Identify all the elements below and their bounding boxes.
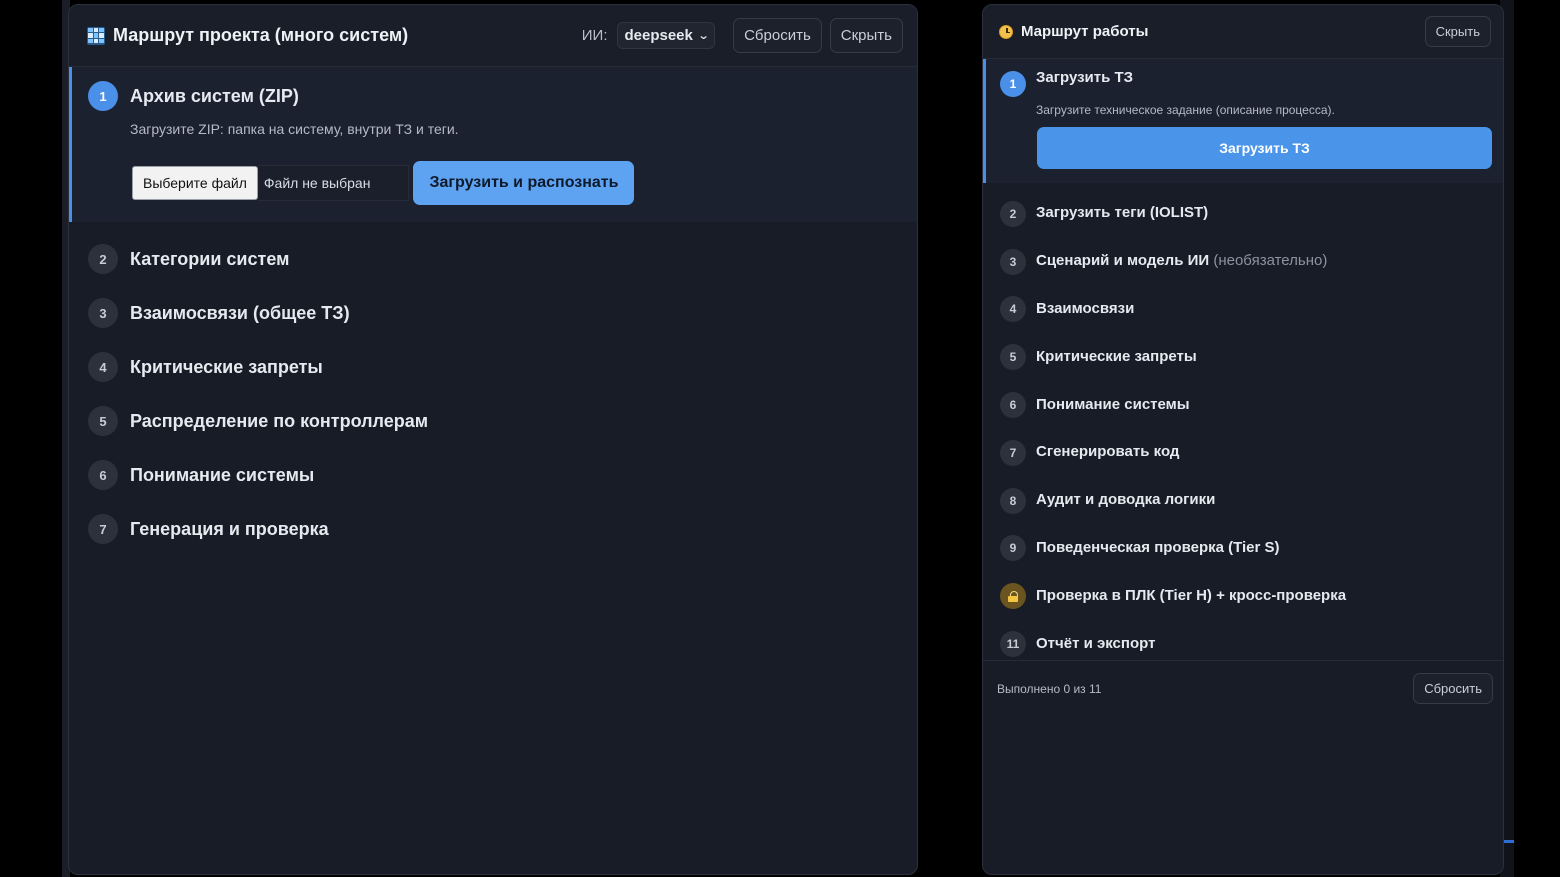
step-number: 2 — [1000, 200, 1026, 227]
step-item[interactable]: 6 Понимание системы — [88, 448, 917, 502]
step-item[interactable]: 3 Сценарий и модель ИИ (необязательно) — [1000, 237, 1503, 285]
step-item[interactable]: 6 Понимание системы — [1000, 380, 1503, 428]
step-label: Аудит и доводка логики — [1036, 491, 1216, 509]
step-label: Взаимосвязи — [1036, 299, 1135, 317]
step-label: Сценарий и модель ИИ — [1036, 252, 1210, 270]
step-number: 5 — [88, 406, 118, 436]
ai-model-value: deepseek — [624, 27, 693, 44]
step-number: 7 — [1000, 439, 1026, 466]
step-list: 2 Категории систем 3 Взаимосвязи (общее … — [69, 222, 917, 556]
lock-icon — [1008, 590, 1018, 602]
step-number: 6 — [1000, 392, 1026, 419]
step-number: 7 — [88, 514, 118, 544]
step-label: Понимание системы — [1036, 395, 1190, 413]
hide-button[interactable]: Скрыть — [829, 18, 903, 53]
step-label: Понимание системы — [130, 464, 315, 485]
step-label: Поведенческая проверка (Tier S) — [1036, 538, 1280, 556]
step-item[interactable]: 2 Загрузить теги (IOLIST) — [1000, 189, 1503, 237]
panel-title: Маршрут работы — [1021, 23, 1149, 40]
step-number: 11 — [1000, 631, 1026, 658]
step-number: 1 — [1000, 71, 1026, 97]
step-item-locked[interactable]: Проверка в ПЛК (Tier H) + кросс-проверка — [1000, 571, 1503, 619]
step-item-active: 1 Загрузить ТЗ Загрузите техническое зад… — [983, 59, 1503, 183]
upload-recognize-button[interactable]: Загрузить и распознать — [413, 161, 635, 205]
optional-note: (необязательно) — [1213, 252, 1328, 270]
step-number: 4 — [1000, 296, 1026, 323]
panel-header: Маршрут работы Скрыть — [983, 5, 1503, 59]
step-label: Загрузить теги (IOLIST) — [1036, 204, 1209, 222]
step-label-group: Сценарий и модель ИИ (необязательно) — [1036, 252, 1327, 269]
progress-text: Выполнено 0 из 11 — [997, 681, 1102, 696]
step-item[interactable]: 7 Генерация и проверка — [88, 502, 917, 556]
step-item[interactable]: 8 Аудит и доводка логики — [1000, 476, 1503, 524]
reset-button[interactable]: Сбросить — [733, 18, 822, 53]
choose-file-button[interactable]: Выберите файл — [132, 166, 258, 200]
step-label: Архив систем (ZIP) — [130, 85, 299, 106]
step-number: 4 — [88, 352, 118, 382]
step-item[interactable]: 5 Распределение по контроллерам — [88, 394, 917, 448]
upload-row: Выберите файл Файл не выбран Загрузить и… — [132, 161, 917, 205]
ai-model-select[interactable]: deepseek ⌄ — [617, 22, 716, 49]
step-number: 9 — [1000, 535, 1026, 562]
panel-footer: Выполнено 0 из 11 Сбросить — [983, 660, 1503, 716]
screen: Маршрут проекта (много систем) ИИ: deeps… — [0, 0, 1560, 877]
step-item[interactable]: 4 Взаимосвязи — [1000, 285, 1503, 333]
panel-title-group: Маршрут проекта (много систем) — [87, 25, 582, 46]
hide-button[interactable]: Скрыть — [1424, 16, 1491, 47]
step-label: Генерация и проверка — [130, 518, 329, 539]
chevron-down-icon: ⌄ — [697, 30, 710, 42]
step-label: Распределение по контроллерам — [130, 410, 429, 431]
step-label: Загрузить ТЗ — [1036, 69, 1134, 86]
step-item[interactable]: 2 Категории систем — [88, 232, 917, 286]
step-description: Загрузите техническое задание (описание … — [1036, 103, 1335, 117]
step-number: 8 — [1000, 487, 1026, 514]
panel-title-group: Маршрут работы — [999, 23, 1425, 40]
step-item[interactable]: 9 Поведенческая проверка (Tier S) — [1000, 524, 1503, 572]
step-label: Критические запреты — [130, 356, 323, 377]
grid-icon — [87, 26, 105, 45]
step-item[interactable]: 3 Взаимосвязи (общее ТЗ) — [88, 286, 917, 340]
step-number: 1 — [88, 81, 118, 111]
step-number: 3 — [88, 298, 118, 328]
step-number: 3 — [1000, 248, 1026, 275]
step-label: Сгенерировать код — [1036, 443, 1180, 461]
panel-header: Маршрут проекта (много систем) ИИ: deeps… — [69, 5, 917, 67]
ai-model-label: ИИ: — [581, 27, 608, 44]
step-label: Взаимосвязи (общее ТЗ) — [130, 302, 350, 323]
panel-title: Маршрут проекта (много систем) — [113, 25, 409, 45]
step-label: Критические запреты — [1036, 347, 1197, 365]
work-route-panel: Маршрут работы Скрыть 1 Загрузить ТЗ Заг… — [982, 4, 1504, 875]
step-number: 2 — [88, 244, 118, 274]
step-number: 6 — [88, 460, 118, 490]
step-label: Проверка в ПЛК (Tier H) + кросс-проверка — [1036, 586, 1347, 604]
project-route-panel: Маршрут проекта (много систем) ИИ: deeps… — [68, 4, 918, 875]
step-label: Категории систем — [130, 248, 290, 269]
step-number: 5 — [1000, 344, 1026, 371]
step-list: 2 Загрузить теги (IOLIST) 3 Сценарий и м… — [983, 183, 1503, 667]
reset-button[interactable]: Сбросить — [1413, 673, 1493, 704]
clock-icon — [999, 24, 1013, 39]
step-label: Отчёт и экспорт — [1036, 634, 1156, 652]
step-item[interactable]: 5 Критические запреты — [1000, 332, 1503, 380]
file-status: Файл не выбран — [257, 165, 410, 201]
step-item-active: 1 Архив систем (ZIP) Загрузите ZIP: папк… — [69, 67, 917, 222]
step-description: Загрузите ZIP: папка на систему, внутри … — [130, 121, 459, 137]
step-item[interactable]: 7 Сгенерировать код — [1000, 428, 1503, 476]
step-lock-badge — [1000, 583, 1026, 610]
step-item[interactable]: 4 Критические запреты — [88, 340, 917, 394]
upload-tz-button[interactable]: Загрузить ТЗ — [1037, 127, 1492, 169]
